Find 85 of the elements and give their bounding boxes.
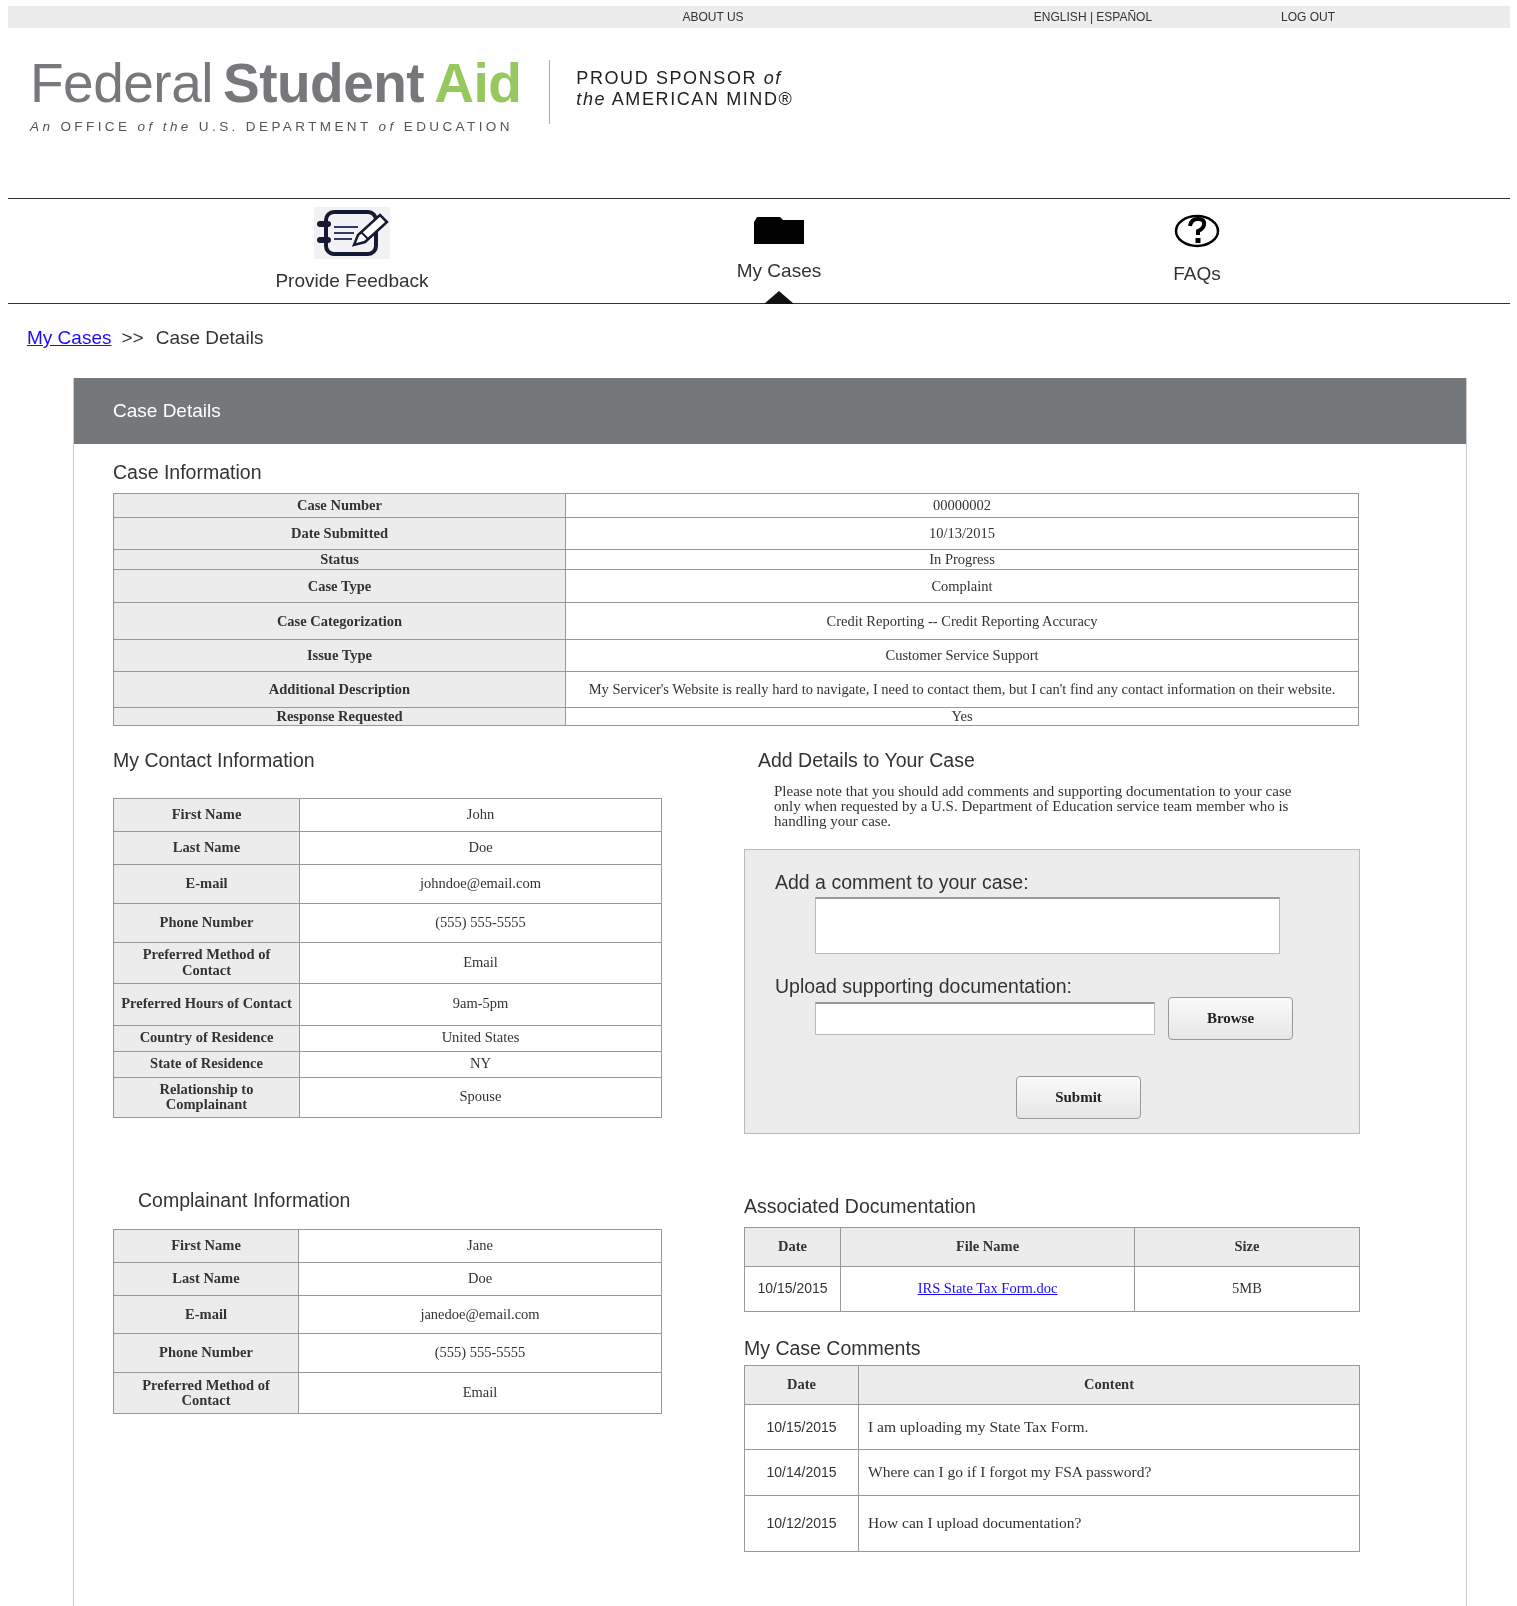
notepad-pencil-icon bbox=[314, 206, 390, 259]
nav-tab[interactable]: FAQs bbox=[1117, 199, 1277, 303]
table-cell: 10/14/2015 bbox=[744, 1449, 859, 1496]
field-label: State of Residence bbox=[113, 1051, 300, 1077]
field-label: Date Submitted bbox=[113, 517, 566, 550]
section-title: Case Information bbox=[113, 460, 263, 485]
column-header: Content bbox=[858, 1365, 1360, 1405]
folder-icon bbox=[753, 216, 805, 245]
field-value: Credit Reporting -- Credit Reporting Accuracy bbox=[565, 602, 1359, 640]
field-label: Case Number bbox=[113, 493, 566, 518]
field-label: First Name bbox=[113, 1229, 299, 1263]
field-value: In Progress bbox=[565, 549, 1359, 570]
table-cell: Where can I go if I forgot my FSA password? bbox=[858, 1449, 1360, 1496]
field-label: Phone Number bbox=[113, 903, 300, 942]
field-value: Complaint bbox=[565, 569, 1359, 603]
field-value: (555) 555-5555 bbox=[298, 1333, 662, 1373]
field-label: Preferred Method of Contact bbox=[113, 1372, 299, 1414]
field-value: Doe bbox=[299, 831, 662, 864]
help-icon bbox=[1174, 213, 1220, 248]
field-value: (555) 555-5555 bbox=[299, 903, 662, 942]
table-cell: 5MB bbox=[1134, 1266, 1360, 1312]
submit-button[interactable]: Submit bbox=[1016, 1076, 1141, 1119]
field-value: 00000002 bbox=[565, 493, 1359, 518]
top-link[interactable]: ENGLISH | ESPAÑOL bbox=[1008, 6, 1178, 28]
browse-button[interactable]: Browse bbox=[1168, 997, 1293, 1040]
section-title: Add Details to Your Case bbox=[758, 748, 976, 774]
field-label: Last Name bbox=[113, 1262, 299, 1296]
field-label: Country of Residence bbox=[113, 1025, 300, 1051]
field-label: Additional Description bbox=[113, 671, 566, 708]
field-value: Spouse bbox=[299, 1077, 662, 1117]
nav-tab[interactable]: Provide Feedback bbox=[244, 199, 460, 303]
field-label: First Name bbox=[113, 798, 300, 831]
field-label: Case Categorization bbox=[113, 602, 566, 640]
column-header: Date bbox=[744, 1227, 841, 1267]
section-title: Complainant Information bbox=[138, 1187, 352, 1213]
nav-tab[interactable]: My Cases bbox=[699, 199, 859, 303]
field-label: Preferred Hours of Contact bbox=[113, 983, 300, 1025]
field-label: Upload supporting documentation: bbox=[775, 973, 1074, 999]
section-title: My Contact Information bbox=[113, 748, 316, 774]
field-value: NY bbox=[299, 1051, 662, 1077]
field-value: My Servicer's Website is really hard to navigate, I need to contact them, but I can't find any contact information on their website. bbox=[565, 671, 1359, 708]
breadcrumb-separator: >> bbox=[121, 326, 144, 350]
field-value: 10/13/2015 bbox=[565, 517, 1359, 550]
field-value: Yes bbox=[565, 707, 1359, 726]
field-value: John bbox=[299, 798, 662, 831]
field-label: E-mail bbox=[113, 1295, 299, 1334]
table-cell: 10/12/2015 bbox=[744, 1495, 859, 1552]
logo: Federal Student Aid An OFFICE of the U.S. DEPARTMENT of EDUCATION bbox=[30, 56, 522, 136]
field-value: 9am-5pm bbox=[299, 983, 662, 1025]
field-value: Jane bbox=[298, 1229, 662, 1263]
sponsor-tagline: PROUD SPONSOR of the AMERICAN MIND® bbox=[576, 68, 794, 110]
field-label: Last Name bbox=[113, 831, 300, 864]
field-value: johndoe@email.com bbox=[299, 864, 662, 903]
field-value: United States bbox=[299, 1025, 662, 1051]
column-header: File Name bbox=[840, 1227, 1135, 1267]
column-header: Date bbox=[744, 1365, 859, 1405]
field-value: Customer Service Support bbox=[565, 639, 1359, 672]
field-label: Issue Type bbox=[113, 639, 566, 672]
table-cell: 10/15/2015 bbox=[744, 1266, 841, 1312]
field-value: Email bbox=[299, 942, 662, 983]
field-label: Add a comment to your case: bbox=[775, 869, 1030, 895]
field-label: Phone Number bbox=[113, 1333, 299, 1373]
field-label: Relationship to Complainant bbox=[113, 1077, 300, 1117]
field-label: Status bbox=[113, 549, 566, 570]
upload-field[interactable] bbox=[815, 1002, 1155, 1035]
breadcrumb-link[interactable]: My Cases bbox=[27, 324, 112, 378]
note-text: Please note that you should add comments and supporting documentation to your case only when requested by a U.S. Department of Education service team member who is handling your case. bbox=[774, 783, 1293, 829]
top-link[interactable]: ABOUT US bbox=[628, 6, 798, 28]
section-title: My Case Comments bbox=[744, 1335, 922, 1361]
field-label: Case Type bbox=[113, 569, 566, 603]
breadcrumb-current: Case Details bbox=[155, 326, 264, 350]
table-cell: 10/15/2015 bbox=[744, 1404, 859, 1450]
field-value: Email bbox=[298, 1372, 662, 1414]
table-cell: I am uploading my State Tax Form. bbox=[858, 1404, 1360, 1450]
comment-field[interactable] bbox=[815, 896, 1280, 954]
field-label: Preferred Method of Contact bbox=[113, 942, 300, 983]
file-link[interactable]: IRS State Tax Form.doc bbox=[917, 1280, 1058, 1297]
section-title: Associated Documentation bbox=[744, 1193, 977, 1219]
column-header: Size bbox=[1134, 1227, 1360, 1267]
top-link[interactable]: LOG OUT bbox=[1258, 6, 1358, 28]
field-value: Doe bbox=[298, 1262, 662, 1296]
table-cell: How can I upload documentation? bbox=[858, 1495, 1360, 1552]
field-value: janedoe@email.com bbox=[298, 1295, 662, 1334]
panel-header: Case Details bbox=[74, 378, 1466, 444]
field-label: E-mail bbox=[113, 864, 300, 903]
